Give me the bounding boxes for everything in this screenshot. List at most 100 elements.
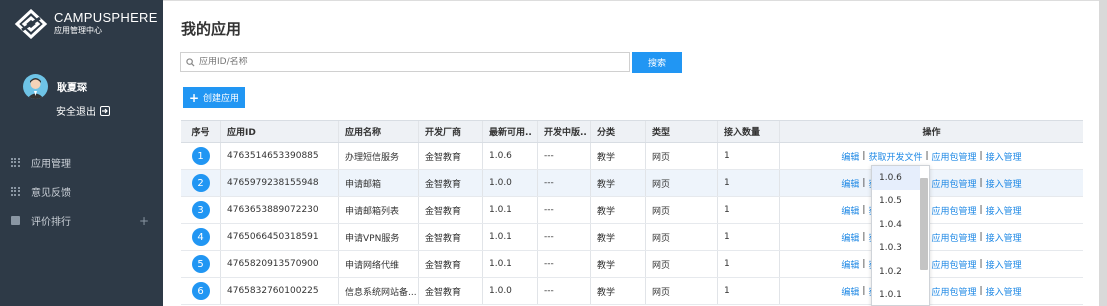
row-number: 4 [181,224,221,250]
edit-link[interactable]: 编辑 [841,177,859,190]
row-number-badge: 1 [191,147,210,165]
table-row[interactable]: 6 4765832760100225 信息系统网站备... 金智教育 1.0.0 --- 教… [181,278,1083,305]
logout-link[interactable]: 安全退出 [56,103,110,118]
grid-icon [11,187,20,196]
logout-icon [100,105,110,116]
separator: | [862,259,866,269]
row-number: 3 [181,197,221,223]
sidebar-item-feedback[interactable]: 意见反馈 [0,177,163,206]
app-category: 教学 [591,251,646,277]
row-number-badge: 3 [191,201,210,219]
app-category: 教学 [591,197,646,223]
search-button[interactable]: 搜索 [632,52,682,73]
package-manage-link[interactable]: 应用包管理 [932,150,977,163]
chart-icon [11,216,20,225]
col-header[interactable]: 类型 [646,121,718,142]
access-manage-link[interactable]: 接入管理 [986,258,1022,271]
app-name: 申请邮箱 [339,170,419,196]
edit-link[interactable]: 编辑 [841,204,859,217]
search-input[interactable] [199,57,619,67]
access-manage-link[interactable]: 接入管理 [986,177,1022,190]
access-manage-link[interactable]: 接入管理 [986,285,1022,298]
row-number: 5 [181,251,221,277]
app-category: 教学 [591,170,646,196]
app-type: 网页 [646,224,718,250]
app-type: 网页 [646,197,718,223]
package-manage-link[interactable]: 应用包管理 [932,177,977,190]
row-number-badge: 5 [191,255,210,273]
access-manage-link[interactable]: 接入管理 [986,204,1022,217]
version-dropdown[interactable]: 1.0.6 1.0.5 1.0.4 1.0.3 1.0.2 1.0.1 [871,165,930,306]
get-dev-file-link[interactable]: 获取开发文件 [868,150,922,163]
edit-link[interactable]: 编辑 [841,231,859,244]
user-name: 耿夏琛 [57,83,87,94]
app-category: 教学 [591,278,646,304]
expand-plus-icon[interactable]: + [139,214,149,228]
version-option[interactable]: 1.0.6 [872,166,920,190]
package-manage-link[interactable]: 应用包管理 [932,285,977,298]
edit-link[interactable]: 编辑 [841,258,859,271]
package-manage-link[interactable]: 应用包管理 [932,204,977,217]
table-row[interactable]: 5 4765820913570900 申请网络代维 金智教育 1.0.1 --- 教学 网页 1… [181,251,1083,278]
row-actions: 编辑|获取开发文件|应用包管理|接入管理 [780,278,1083,304]
latest-version: 1.0.6 [483,143,538,169]
app-type: 网页 [646,251,718,277]
sidebar-item-label: 应用管理 [31,159,71,170]
latest-version: 1.0.1 [483,251,538,277]
access-manage-link[interactable]: 接入管理 [986,150,1022,163]
latest-version: 1.0.1 [483,197,538,223]
table-row[interactable]: 2 4765979238155948 申请邮箱 金智教育 1.0.0 --- 教学 网页 1 编辑… [181,170,1083,197]
search-box[interactable] [180,52,630,72]
access-manage-link[interactable]: 接入管理 [986,231,1022,244]
package-manage-link[interactable]: 应用包管理 [932,258,977,271]
col-header[interactable]: 分类 [591,121,646,142]
app-vendor: 金智教育 [419,197,483,223]
separator: | [925,151,929,161]
latest-version: 1.0.1 [483,224,538,250]
sidebar-item-label: 评价排行 [31,217,71,228]
app-id: 4763514653390885 [221,143,339,169]
dropdown-scrollbar[interactable] [920,178,928,270]
app-vendor: 金智教育 [419,143,483,169]
create-app-button[interactable]: + 创建应用 [183,87,245,108]
table-row[interactable]: 3 4763653889072230 申请邮箱列表 金智教育 1.0.1 --- 教学 网页 1… [181,197,1083,224]
sidebar-item-ranking[interactable]: 评价排行 + [0,206,163,235]
col-header[interactable]: 开发中版.. [538,121,591,142]
col-header[interactable]: 应用ID [221,121,339,142]
version-option[interactable]: 1.0.2 [872,260,920,284]
col-header[interactable]: 最新可用.. [483,121,538,142]
main-content: 我的应用 搜索 + 创建应用 序号 应用ID 应用名称 开发厂商 最新可用.. … [163,0,1099,306]
access-count: 1 [718,251,780,277]
app-name: 申请VPN服务 [339,224,419,250]
version-option[interactable]: 1.0.3 [872,237,920,261]
app-name: 办理短信服务 [339,143,419,169]
row-actions: 编辑|获取开发文件|应用包管理|接入管理 [780,224,1083,250]
dev-version: --- [538,278,591,304]
col-header[interactable]: 应用名称 [339,121,419,142]
col-header[interactable]: 开发厂商 [419,121,483,142]
app-name: 申请网络代维 [339,251,419,277]
create-app-label: 创建应用 [203,94,240,104]
col-header[interactable]: 接入数量 [718,121,780,142]
table-row[interactable]: 4 4765066450318591 申请VPN服务 金智教育 1.0.1 --- 教学 网页… [181,224,1083,251]
edit-link[interactable]: 编辑 [841,285,859,298]
package-manage-link[interactable]: 应用包管理 [932,231,977,244]
version-option[interactable]: 1.0.5 [872,190,920,214]
app-title: CAMPUSPHERE [54,10,158,25]
sidebar-item-app-management[interactable]: 应用管理 [0,148,163,177]
version-option[interactable]: 1.0.1 [872,284,920,306]
table-body: 1 4763514653390885 办理短信服务 金智教育 1.0.6 --- 教学 网页 1… [181,143,1083,305]
version-option[interactable]: 1.0.4 [872,213,920,237]
separator: | [862,232,866,242]
row-actions: 编辑|获取开发文件|应用包管理|接入管理 [780,197,1083,223]
dev-version: --- [538,197,591,223]
edit-link[interactable]: 编辑 [841,150,859,163]
col-header: 序号 [181,121,221,142]
app-table: 序号 应用ID 应用名称 开发厂商 最新可用.. 开发中版.. 分类 类型 接入… [181,120,1083,305]
row-actions: 编辑|获取开发文件|应用包管理|接入管理 [780,251,1083,277]
app-type: 网页 [646,170,718,196]
search-icon [186,57,195,67]
dev-version: --- [538,143,591,169]
app-vendor: 金智教育 [419,278,483,304]
table-row[interactable]: 1 4763514653390885 办理短信服务 金智教育 1.0.6 --- 教学 网页 1… [181,143,1083,170]
